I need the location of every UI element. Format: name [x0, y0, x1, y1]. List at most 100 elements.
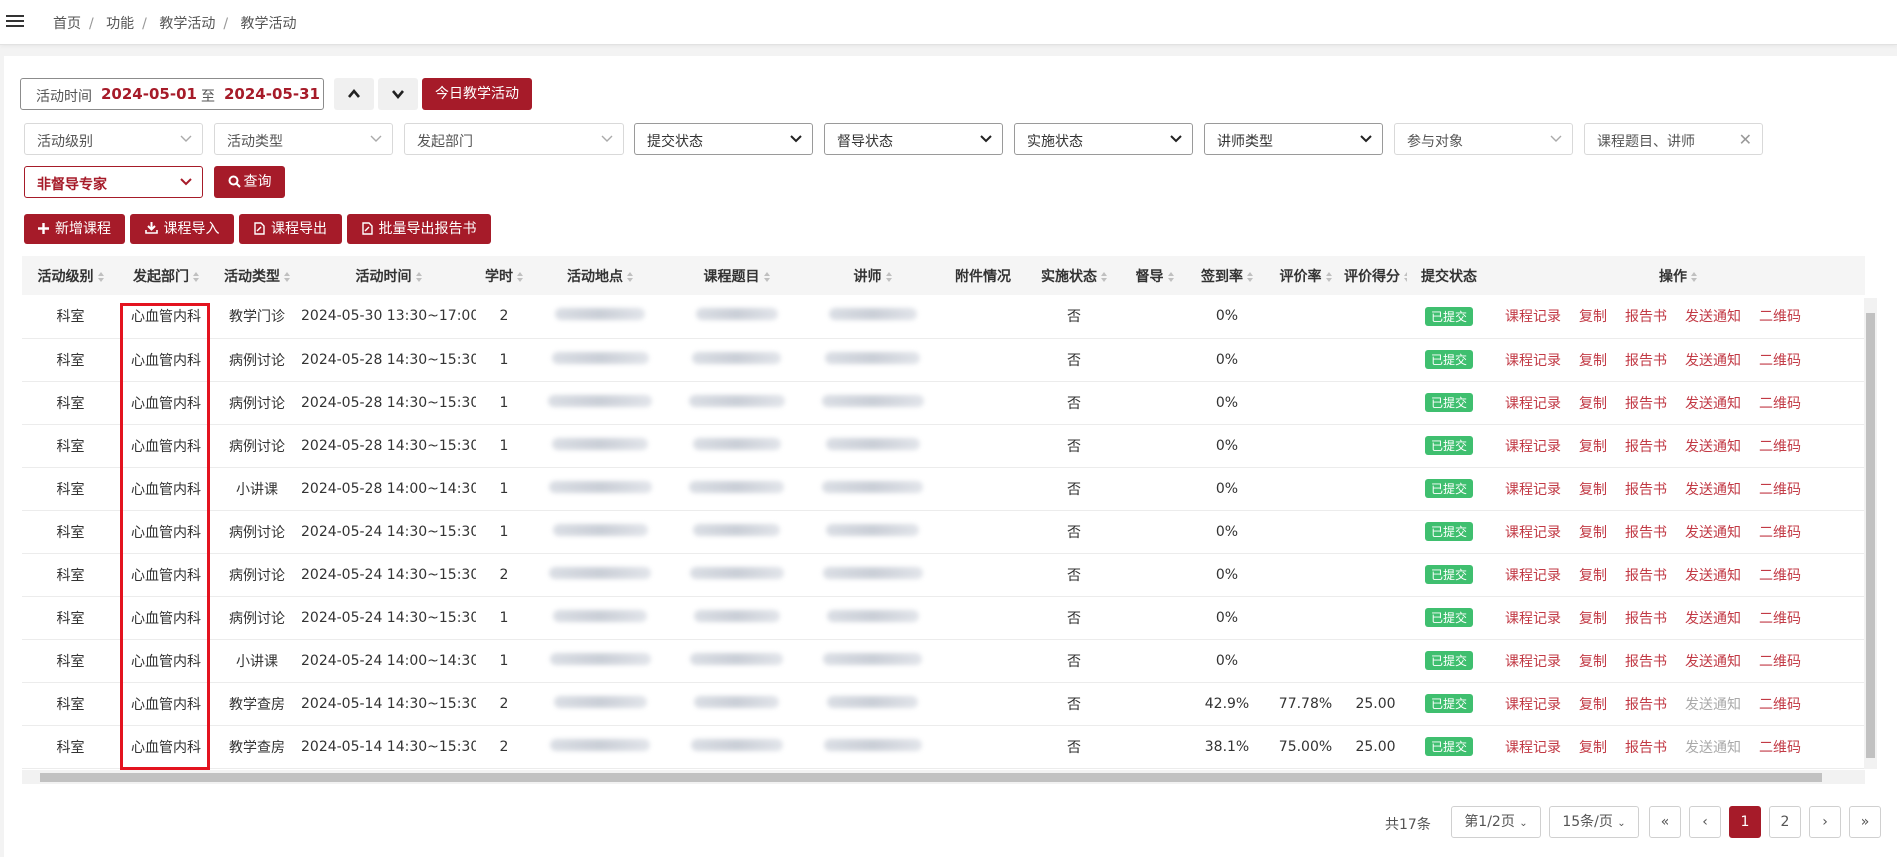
qrcode-link[interactable]: 二维码	[1759, 740, 1801, 756]
copy-link[interactable]: 复制	[1579, 309, 1607, 325]
col-activity-level[interactable]: 活动级别	[22, 256, 119, 295]
import-course-button[interactable]: 课程导入	[130, 214, 234, 244]
previous-page-button[interactable]: ‹	[1689, 806, 1721, 838]
col-hours[interactable]: 学时	[476, 256, 532, 295]
submit-status-select[interactable]: 提交状态	[634, 123, 813, 155]
course-record-link[interactable]: 课程记录	[1505, 654, 1561, 670]
sort-icon[interactable]	[763, 271, 770, 282]
today-activities-button[interactable]: 今日教学活动	[422, 78, 532, 110]
col-eval-rate[interactable]: 评价率	[1267, 256, 1344, 295]
send-notice-link[interactable]: 发送通知	[1685, 740, 1741, 756]
department-select[interactable]: 发起部门	[404, 123, 624, 155]
send-notice-link[interactable]: 发送通知	[1685, 654, 1741, 670]
date-range-picker[interactable]: 活动时间 2024-05-01 至 2024-05-31	[20, 78, 324, 110]
menu-icon[interactable]	[6, 13, 24, 29]
report-link[interactable]: 报告书	[1625, 439, 1667, 455]
col-implementation-status[interactable]: 实施状态	[1026, 256, 1122, 295]
course-record-link[interactable]: 课程记录	[1505, 611, 1561, 627]
qrcode-link[interactable]: 二维码	[1759, 697, 1801, 713]
sort-icon[interactable]	[97, 271, 104, 282]
copy-link[interactable]: 复制	[1579, 353, 1607, 369]
add-course-button[interactable]: 新增课程	[24, 214, 125, 244]
copy-link[interactable]: 复制	[1579, 525, 1607, 541]
participant-select[interactable]: 参与对象	[1394, 123, 1573, 155]
qrcode-link[interactable]: 二维码	[1759, 482, 1801, 498]
course-record-link[interactable]: 课程记录	[1505, 525, 1561, 541]
vertical-scroll-thumb[interactable]	[1866, 313, 1875, 758]
course-record-link[interactable]: 课程记录	[1505, 309, 1561, 325]
page-size-select[interactable]: 15条/页 ⌄	[1549, 806, 1639, 838]
col-eval-score[interactable]: 评价得分	[1344, 256, 1407, 295]
copy-link[interactable]: 复制	[1579, 439, 1607, 455]
send-notice-link[interactable]: 发送通知	[1685, 396, 1741, 412]
previous-month-button[interactable]	[334, 78, 374, 110]
next-month-button[interactable]	[378, 78, 418, 110]
course-record-link[interactable]: 课程记录	[1505, 353, 1561, 369]
copy-link[interactable]: 复制	[1579, 396, 1607, 412]
report-link[interactable]: 报告书	[1625, 654, 1667, 670]
qrcode-link[interactable]: 二维码	[1759, 439, 1801, 455]
col-sign-rate[interactable]: 签到率	[1187, 256, 1267, 295]
export-course-button[interactable]: 课程导出	[239, 214, 342, 244]
col-activity-time[interactable]: 活动时间	[301, 256, 476, 295]
send-notice-link[interactable]: 发送通知	[1685, 439, 1741, 455]
breadcrumb-function[interactable]: 功能	[106, 16, 134, 32]
implementation-status-select[interactable]: 实施状态	[1014, 123, 1193, 155]
qrcode-link[interactable]: 二维码	[1759, 611, 1801, 627]
col-location[interactable]: 活动地点	[532, 256, 668, 295]
sort-icon[interactable]	[1325, 271, 1332, 282]
next-page-button[interactable]: ›	[1809, 806, 1841, 838]
course-record-link[interactable]: 课程记录	[1505, 439, 1561, 455]
date-start[interactable]: 2024-05-01	[101, 85, 197, 103]
report-link[interactable]: 报告书	[1625, 353, 1667, 369]
report-link[interactable]: 报告书	[1625, 740, 1667, 756]
col-supervision[interactable]: 督导	[1122, 256, 1187, 295]
course-record-link[interactable]: 课程记录	[1505, 740, 1561, 756]
report-link[interactable]: 报告书	[1625, 309, 1667, 325]
horizontal-scroll-thumb[interactable]	[40, 773, 1822, 782]
sort-icon[interactable]	[1101, 271, 1107, 282]
copy-link[interactable]: 复制	[1579, 697, 1607, 713]
clear-icon[interactable]: ✕	[1739, 130, 1752, 149]
sort-icon[interactable]	[1247, 271, 1253, 282]
page-select[interactable]: 第1/2页 ⌄	[1451, 806, 1541, 838]
page-1-button[interactable]: 1	[1729, 806, 1761, 838]
batch-export-report-button[interactable]: 批量导出报告书	[347, 214, 491, 244]
activity-level-select[interactable]: 活动级别	[24, 123, 203, 155]
qrcode-link[interactable]: 二维码	[1759, 654, 1801, 670]
qrcode-link[interactable]: 二维码	[1759, 525, 1801, 541]
report-link[interactable]: 报告书	[1625, 525, 1667, 541]
sort-icon[interactable]	[1167, 271, 1174, 282]
copy-link[interactable]: 复制	[1579, 482, 1607, 498]
send-notice-link[interactable]: 发送通知	[1685, 525, 1741, 541]
copy-link[interactable]: 复制	[1579, 611, 1607, 627]
send-notice-link[interactable]: 发送通知	[1685, 697, 1741, 713]
course-record-link[interactable]: 课程记录	[1505, 697, 1561, 713]
copy-link[interactable]: 复制	[1579, 568, 1607, 584]
report-link[interactable]: 报告书	[1625, 568, 1667, 584]
sort-icon[interactable]	[284, 271, 290, 282]
col-department[interactable]: 发起部门	[119, 256, 213, 295]
send-notice-link[interactable]: 发送通知	[1685, 309, 1741, 325]
report-link[interactable]: 报告书	[1625, 482, 1667, 498]
sort-icon[interactable]	[193, 271, 199, 282]
col-activity-type[interactable]: 活动类型	[213, 256, 301, 295]
report-link[interactable]: 报告书	[1625, 396, 1667, 412]
page-2-button[interactable]: 2	[1769, 806, 1801, 838]
sort-icon[interactable]	[885, 271, 892, 282]
course-record-link[interactable]: 课程记录	[1505, 482, 1561, 498]
qrcode-link[interactable]: 二维码	[1759, 309, 1801, 325]
qrcode-link[interactable]: 二维码	[1759, 568, 1801, 584]
sort-icon[interactable]	[627, 271, 633, 282]
sort-icon[interactable]	[1691, 271, 1697, 282]
col-lecturer[interactable]: 讲师	[805, 256, 940, 295]
course-record-link[interactable]: 课程记录	[1505, 568, 1561, 584]
course-record-link[interactable]: 课程记录	[1505, 396, 1561, 412]
first-page-button[interactable]: «	[1649, 806, 1681, 838]
col-course-title[interactable]: 课程题目	[668, 256, 805, 295]
report-link[interactable]: 报告书	[1625, 611, 1667, 627]
sort-icon[interactable]	[415, 271, 422, 282]
expert-select[interactable]: 非督导专家	[24, 166, 203, 198]
date-end[interactable]: 2024-05-31	[224, 85, 320, 103]
copy-link[interactable]: 复制	[1579, 740, 1607, 756]
